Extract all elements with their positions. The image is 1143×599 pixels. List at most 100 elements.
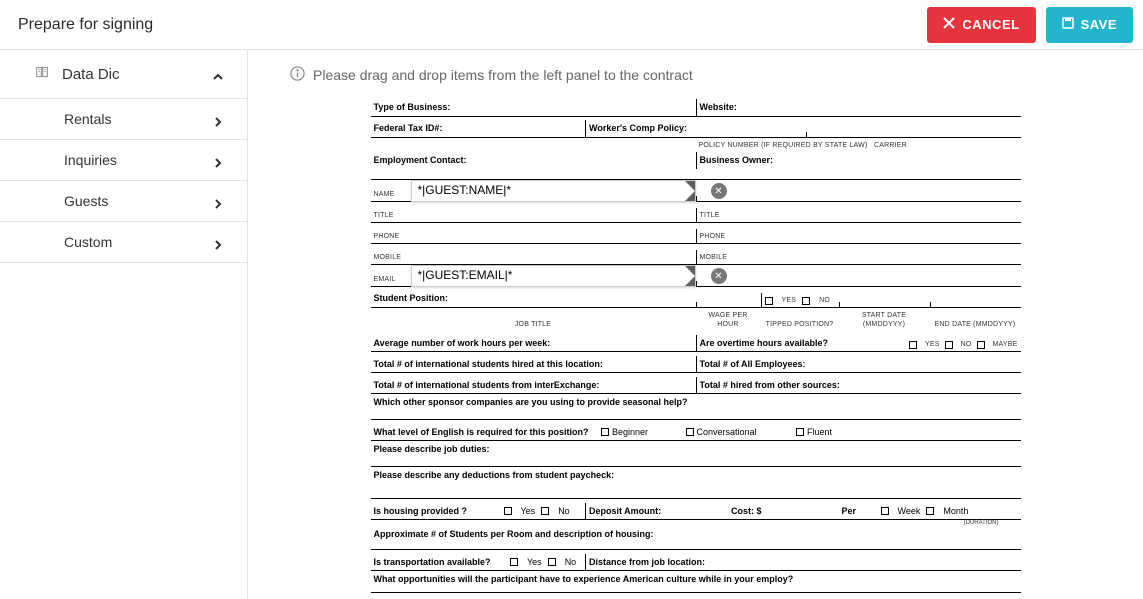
chevron-right-icon [213, 237, 223, 247]
token-guest-email[interactable]: *|GUEST:EMAIL|* [411, 265, 696, 287]
checkbox[interactable] [977, 341, 985, 349]
option-label: Yes [527, 557, 542, 569]
field-label: Worker's Comp Policy: [585, 120, 806, 137]
save-icon [1062, 17, 1074, 32]
sidebar-title: Data Dic [62, 66, 120, 83]
field-label: Federal Tax ID#: [371, 120, 586, 137]
sidebar-item-guests[interactable]: Guests [0, 181, 247, 222]
field-label: Deposit Amount: [585, 503, 728, 520]
token-value: *|GUEST:NAME|* [418, 183, 512, 199]
field-label: MOBILE [696, 250, 1021, 264]
field-label: TITLE [371, 208, 696, 222]
helper-text: WAGE PER HOUR [696, 308, 761, 331]
checkbox[interactable] [510, 558, 518, 566]
checkbox[interactable] [765, 297, 773, 305]
checkbox[interactable] [909, 341, 917, 349]
app-header: Prepare for signing CANCEL SAVE [0, 0, 1143, 50]
checkbox[interactable] [686, 428, 694, 436]
helper-text: END DATE (MMDDYYY) [930, 317, 1021, 331]
checkbox[interactable] [601, 428, 609, 436]
field-label: Website: [696, 99, 1021, 116]
field-label: Approximate # of Students per Room and d… [371, 526, 1021, 543]
sidebar-item-label: Rentals [64, 111, 111, 127]
save-label: SAVE [1081, 17, 1117, 32]
field-label: PHONE [371, 229, 696, 243]
sidebar-item-rentals[interactable]: Rentals [0, 99, 247, 140]
sidebar-item-label: Guests [64, 193, 108, 209]
main-panel: Please drag and drop items from the left… [248, 50, 1143, 599]
option-label: Week [898, 506, 921, 518]
field-label: Student Position: [371, 290, 696, 307]
checkbox[interactable] [796, 428, 804, 436]
helper-text: JOB TITLE [371, 317, 696, 331]
remove-token-button[interactable]: ✕ [711, 183, 727, 199]
sidebar-section-data-dic[interactable]: Data Dic [0, 50, 247, 99]
close-icon: ✕ [714, 185, 722, 198]
field-label: Total # of international students from i… [371, 377, 696, 394]
field-label: Distance from job location: [585, 554, 1021, 571]
remove-token-button[interactable]: ✕ [711, 268, 727, 284]
checkbox[interactable] [926, 507, 934, 515]
chevron-up-icon [213, 69, 223, 79]
instruction-text: Please drag and drop items from the left… [313, 67, 693, 83]
token-guest-name[interactable]: *|GUEST:NAME|* [411, 180, 696, 202]
sidebar-item-label: Inquiries [64, 152, 117, 168]
option-label: Yes [925, 340, 940, 349]
field-label: Per [839, 503, 878, 520]
helper-text: START DATE (MMDDYYY) [839, 308, 930, 331]
header-actions: CANCEL SAVE [927, 7, 1133, 43]
field-label: What level of English is required for th… [371, 424, 599, 441]
field-label: Total # hired from other sources: [696, 377, 1021, 394]
field-label: Total # of international students hired … [371, 356, 696, 373]
option-label: No [565, 557, 577, 569]
field-label: Employment Contact: [371, 152, 696, 169]
option-label: Beginner [612, 427, 648, 437]
field-label: Please describe job duties: [371, 441, 1021, 458]
option-label: No [961, 340, 972, 349]
field-label: Average number of work hours per week: [371, 335, 696, 352]
field-label: Is transportation available? [371, 554, 508, 571]
option-label: Yes [782, 296, 797, 305]
option-label: No [819, 296, 830, 305]
cancel-button[interactable]: CANCEL [927, 7, 1035, 43]
field-label: MOBILE [371, 250, 696, 264]
field-label: Business Owner: [696, 152, 1021, 169]
checkbox[interactable] [541, 507, 549, 515]
field-label: Type of Business: [371, 99, 696, 116]
close-icon: ✕ [714, 270, 722, 283]
page-title: Prepare for signing [18, 16, 153, 34]
field-label: Is housing provided ? [371, 503, 501, 520]
field-label: NAME [371, 187, 411, 201]
field-label: EMAIL [371, 272, 411, 286]
info-icon [290, 66, 305, 84]
field-label: Which other sponsor companies are you us… [371, 394, 1021, 411]
field-label: Cost: $ [728, 503, 839, 520]
chevron-right-icon [213, 155, 223, 165]
sidebar: Data Dic Rentals Inquiries Guests Custom [0, 50, 248, 599]
option-label: Maybe [993, 340, 1018, 349]
book-icon [34, 64, 50, 84]
sidebar-item-inquiries[interactable]: Inquiries [0, 140, 247, 181]
helper-text: TIPPED POSITION? [761, 317, 839, 331]
option-label: Month [943, 506, 968, 518]
contract-document: Type of Business: Website: Federal Tax I… [371, 96, 1021, 593]
helper-text: POLICY NUMBER (IF REQUIRED BY STATE LAW) [696, 138, 872, 152]
field-label: Are overtime hours available? [696, 335, 891, 352]
close-icon [943, 17, 955, 32]
checkbox[interactable] [802, 297, 810, 305]
checkbox[interactable] [945, 341, 953, 349]
checkbox[interactable] [504, 507, 512, 515]
option-label: Fluent [807, 427, 832, 437]
chevron-right-icon [213, 196, 223, 206]
field-label: Please describe any deductions from stud… [371, 467, 1021, 484]
sidebar-item-custom[interactable]: Custom [0, 222, 247, 263]
option-label: Conversational [697, 427, 757, 437]
document-viewport[interactable]: Type of Business: Website: Federal Tax I… [290, 96, 1101, 599]
sidebar-item-label: Custom [64, 234, 112, 250]
field-label: PHONE [696, 229, 1021, 243]
checkbox[interactable] [548, 558, 556, 566]
helper-text: CARRIER [871, 138, 1021, 152]
chevron-right-icon [213, 114, 223, 124]
save-button[interactable]: SAVE [1046, 7, 1133, 43]
checkbox[interactable] [881, 507, 889, 515]
